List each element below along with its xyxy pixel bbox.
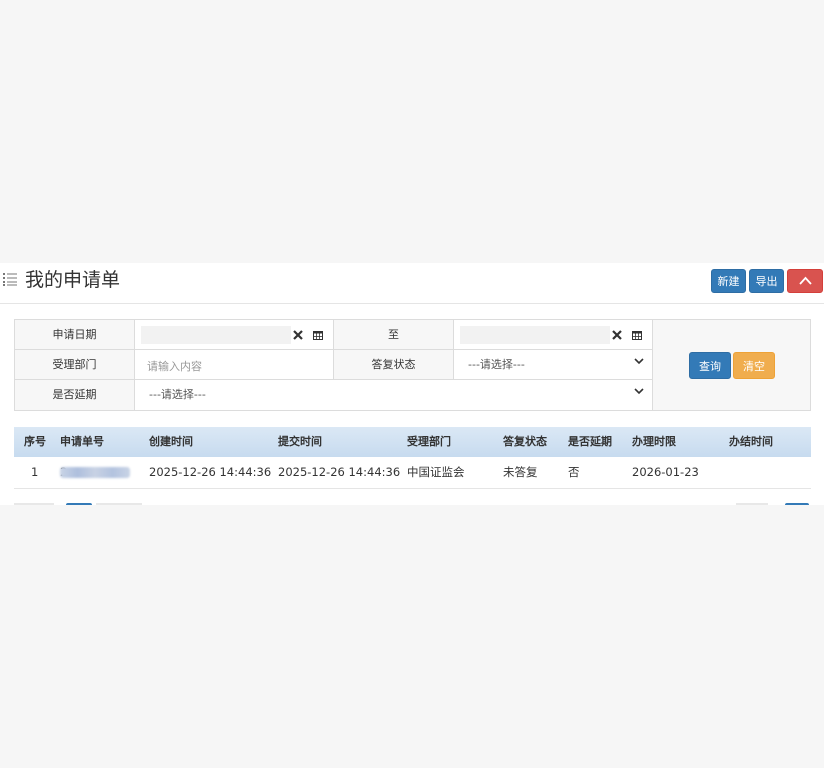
pagination-fragment xyxy=(14,503,54,505)
application-panel: 我的申请单 新建 导出 申请日期 至 受理部门 请输入内容 答复状态 ---请选… xyxy=(0,263,824,505)
column-header: 办结时间 xyxy=(729,435,773,448)
collapse-button[interactable] xyxy=(787,269,823,293)
apply-date-from-input[interactable] xyxy=(141,326,291,344)
row-index: 1 xyxy=(31,465,39,479)
column-header: 序号 xyxy=(24,435,46,448)
column-header: 创建时间 xyxy=(149,435,193,448)
reply-status-label: 答复状态 xyxy=(334,350,454,380)
extended-value: ---请选择--- xyxy=(149,388,206,401)
submitted-time: 2025-12-26 14:44:36 xyxy=(278,465,401,479)
query-button[interactable]: 查询 xyxy=(689,352,731,379)
extended: 否 xyxy=(568,465,580,479)
extended-select[interactable]: ---请选择--- xyxy=(135,380,653,410)
search-form: 申请日期 至 受理部门 请输入内容 答复状态 ---请选择--- 是否延期 --… xyxy=(14,319,811,411)
column-header: 申请单号 xyxy=(60,435,104,448)
calendar-icon[interactable] xyxy=(632,330,642,340)
deadline: 2026-01-23 xyxy=(632,465,699,479)
column-header: 答复状态 xyxy=(503,435,547,448)
column-header: 办理时限 xyxy=(632,435,676,448)
table-row[interactable]: 1 2 2025-12-26 14:44:36 2025-12-26 14:44… xyxy=(14,457,811,489)
column-header: 提交时间 xyxy=(278,435,322,448)
clear-date-icon[interactable] xyxy=(293,330,303,340)
clear-button[interactable]: 清空 xyxy=(733,352,775,379)
apply-date-label: 申请日期 xyxy=(15,320,135,350)
column-header: 受理部门 xyxy=(407,435,451,448)
chevron-down-icon xyxy=(634,358,644,365)
to-label: 至 xyxy=(334,320,454,350)
department: 中国证监会 xyxy=(407,465,465,479)
reply-status-value: ---请选择--- xyxy=(468,358,525,371)
chevron-up-icon xyxy=(799,276,812,285)
department-label: 受理部门 xyxy=(15,350,135,380)
page-title: 我的申请单 xyxy=(25,269,121,291)
reply-status-select[interactable]: ---请选择--- xyxy=(454,350,653,380)
calendar-icon[interactable] xyxy=(313,330,323,340)
clear-date-icon[interactable] xyxy=(612,330,622,340)
extended-label: 是否延期 xyxy=(15,380,135,410)
apply-date-to-input[interactable] xyxy=(460,326,610,344)
reply-status: 未答复 xyxy=(503,465,538,479)
column-header: 是否延期 xyxy=(568,435,612,448)
redacted-number xyxy=(60,467,130,478)
department-input[interactable] xyxy=(145,356,329,376)
export-button[interactable]: 导出 xyxy=(749,269,784,293)
pagination-button[interactable] xyxy=(785,503,809,505)
chevron-down-icon xyxy=(634,388,644,395)
pagination-fragment xyxy=(736,503,768,505)
department-cell xyxy=(135,350,334,380)
table-header: 序号 申请单号 创建时间 提交时间 受理部门 答复状态 是否延期 办理时限 办结… xyxy=(14,427,811,458)
panel-header: 我的申请单 新建 导出 xyxy=(0,263,824,304)
apply-date-from-cell xyxy=(135,320,334,350)
apply-date-to-cell xyxy=(454,320,653,350)
new-button[interactable]: 新建 xyxy=(711,269,746,293)
pagination-button[interactable] xyxy=(66,503,92,505)
created-time: 2025-12-26 14:44:36 xyxy=(149,465,272,479)
list-icon xyxy=(3,273,17,286)
pagination-fragment xyxy=(96,503,142,505)
